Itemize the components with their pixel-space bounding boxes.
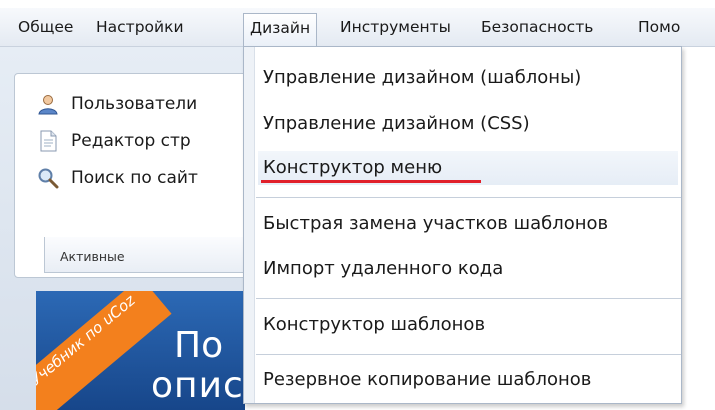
- menu-design[interactable]: Дизайн: [243, 13, 318, 46]
- user-icon: [37, 93, 59, 115]
- menu-settings[interactable]: Настройки: [90, 13, 190, 41]
- menubar: Общее Настройки Дизайн Инструменты Безоп…: [0, 8, 715, 47]
- menu-help[interactable]: Помо: [632, 13, 686, 41]
- menu-item-design-css[interactable]: Управление дизайном (CSS): [258, 107, 678, 141]
- top-strip: [0, 0, 715, 8]
- tab-active[interactable]: Активные: [60, 249, 125, 264]
- quick-link-site-search-label: Поиск по сайт: [71, 168, 198, 188]
- quick-link-page-editor-label: Редактор стр: [71, 131, 191, 151]
- ucoz-tutorial-banner[interactable]: Учебник по uCoz По описс: [36, 291, 245, 410]
- banner-text-line1: По: [174, 325, 224, 366]
- menu-item-backup-templates[interactable]: Резервное копирование шаблонов: [258, 363, 678, 397]
- menu-general[interactable]: Общее: [12, 13, 79, 41]
- menu-separator: [256, 298, 681, 299]
- menu-tools[interactable]: Инструменты: [334, 13, 457, 41]
- banner-text-line2: описс: [151, 365, 245, 406]
- menu-item-menu-builder-label: Конструктор меню: [263, 157, 443, 178]
- menu-gutter: [244, 47, 255, 403]
- design-dropdown-menu: Управление дизайном (шаблоны) Управление…: [243, 46, 682, 404]
- menu-item-quick-replace[interactable]: Быстрая замена участков шаблонов: [258, 207, 678, 241]
- search-icon: [37, 167, 59, 189]
- left-sidebar: Пользователи Редактор стр Поиск по сайт …: [0, 47, 254, 410]
- menu-separator: [256, 354, 681, 355]
- red-underline: [261, 180, 481, 183]
- menu-item-menu-builder[interactable]: Конструктор меню: [258, 151, 678, 185]
- menu-item-template-builder[interactable]: Конструктор шаблонов: [258, 308, 678, 342]
- menu-item-design-templates[interactable]: Управление дизайном (шаблоны): [258, 61, 678, 95]
- menu-security[interactable]: Безопасность: [475, 13, 599, 41]
- menu-item-import-remote-code[interactable]: Импорт удаленного кода: [258, 252, 678, 286]
- page-icon: [37, 130, 59, 152]
- quick-link-users-label: Пользователи: [71, 94, 198, 114]
- menu-separator: [256, 197, 681, 198]
